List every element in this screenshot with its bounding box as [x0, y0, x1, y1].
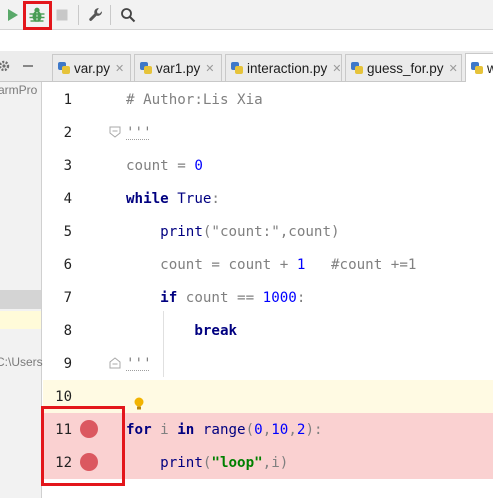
code-line[interactable]: count = 0 [126, 150, 203, 183]
stop-button[interactable] [51, 4, 73, 26]
python-file-icon [351, 62, 363, 74]
line-number: 8 [63, 323, 72, 339]
code-token: 0 [254, 422, 263, 438]
code-token: # Author:Lis Xia [126, 92, 263, 108]
close-icon[interactable]: ✕ [332, 62, 341, 75]
python-file-icon [471, 62, 483, 74]
code-token: "loop" [211, 455, 263, 471]
breakpoints-highlight-box [41, 406, 125, 486]
tab-label: w [487, 60, 493, 76]
line-number: 3 [63, 158, 72, 174]
python-file-icon [58, 62, 70, 74]
tab-active[interactable]: w [465, 53, 493, 82]
code-line[interactable]: break [126, 315, 237, 348]
tab-label: guess_for.py [367, 60, 444, 76]
code-line[interactable]: print("count:",count) [126, 216, 340, 249]
tab-label: var.py [74, 60, 111, 76]
close-icon[interactable]: ✕ [205, 62, 214, 75]
code-line[interactable]: count = count + 1 #count +=1 [126, 249, 416, 282]
project-selected-row[interactable] [0, 290, 41, 309]
close-icon[interactable]: ✕ [449, 62, 458, 75]
code-line[interactable]: for i in range(0,10,2): [126, 414, 323, 447]
run-button[interactable] [1, 4, 23, 26]
tab-guess-for-py[interactable]: guess_for.py ✕ [345, 54, 462, 81]
code-token: True [177, 191, 212, 207]
code-token: while [126, 191, 178, 207]
fold-icon[interactable] [109, 357, 121, 369]
code-line[interactable]: ''' [126, 348, 152, 381]
code-token: for [126, 422, 161, 438]
code-token: ,i) [262, 455, 289, 471]
code-line[interactable]: ''' [126, 117, 152, 150]
code-token: i [160, 422, 178, 438]
tab-label: interaction.py [247, 60, 328, 76]
line-number: 5 [63, 224, 72, 240]
code-token: if [126, 290, 186, 306]
project-highlight-row [0, 311, 41, 329]
code-token: print [126, 455, 203, 471]
close-icon[interactable]: ✕ [115, 62, 124, 75]
tab-interaction-py[interactable]: interaction.py ✕ [225, 54, 342, 81]
code-token: #count +=1 [305, 257, 417, 273]
line-number: 9 [63, 356, 72, 372]
run-icon [8, 9, 18, 21]
line-number: 6 [63, 257, 72, 273]
python-file-icon [140, 62, 152, 74]
line-number: 1 [63, 92, 72, 108]
search-icon [121, 8, 136, 23]
editor-tab-bar: var.py ✕ var1.py ✕ interaction.py ✕ gues… [0, 51, 493, 82]
code-line[interactable]: print("loop",i) [126, 447, 288, 480]
code-token: break [126, 323, 238, 339]
search-button[interactable] [117, 4, 139, 26]
toolbar-separator [78, 5, 79, 25]
toolbar-separator [110, 5, 111, 25]
debug-highlight-box [23, 1, 52, 30]
code-token: 0 [194, 158, 203, 174]
tab-label: var1.py [156, 60, 201, 76]
stop-icon [56, 9, 68, 21]
code-line[interactable]: while True: [126, 183, 220, 216]
wrench-icon [89, 8, 102, 21]
settings-button[interactable] [85, 4, 107, 26]
code-token: count == [185, 290, 263, 306]
code-token: ''' [126, 356, 152, 372]
code-line[interactable]: # Author:Lis Xia [126, 84, 263, 117]
code-token: range [202, 422, 246, 438]
tab-var-py[interactable]: var.py ✕ [52, 54, 131, 81]
minimize-icon[interactable] [22, 60, 34, 72]
code-token: ''' [126, 125, 152, 141]
code-token: ("count:",count) [202, 224, 340, 240]
project-path-label: C:\Users [0, 355, 43, 369]
fold-icon[interactable] [109, 126, 121, 138]
gear-icon[interactable] [0, 60, 10, 72]
code-token: print [126, 224, 203, 240]
code-token: ( [245, 422, 255, 438]
code-token: : [296, 290, 306, 306]
code-token: 10 [271, 422, 289, 438]
code-token: , [262, 422, 272, 438]
line-number: 4 [63, 191, 72, 207]
line-number: 7 [63, 290, 72, 306]
code-token: count = count + [126, 257, 297, 273]
code-token: , [288, 422, 297, 438]
code-line[interactable]: if count == 1000: [126, 282, 305, 315]
lightbulb-icon[interactable] [133, 397, 145, 411]
code-token: ): [305, 422, 323, 438]
code-token: count = [126, 158, 195, 174]
project-panel: armPro C:\Users [0, 51, 43, 498]
code-token: in [177, 422, 203, 438]
tab-var1-py[interactable]: var1.py ✕ [134, 54, 222, 81]
code-token: : [211, 191, 220, 207]
main-toolbar [0, 0, 493, 30]
line-number: 2 [63, 125, 72, 141]
panel-controls [0, 51, 42, 81]
project-root-label[interactable]: armPro [0, 83, 37, 97]
code-token: 1000 [262, 290, 297, 306]
python-file-icon [231, 62, 243, 74]
